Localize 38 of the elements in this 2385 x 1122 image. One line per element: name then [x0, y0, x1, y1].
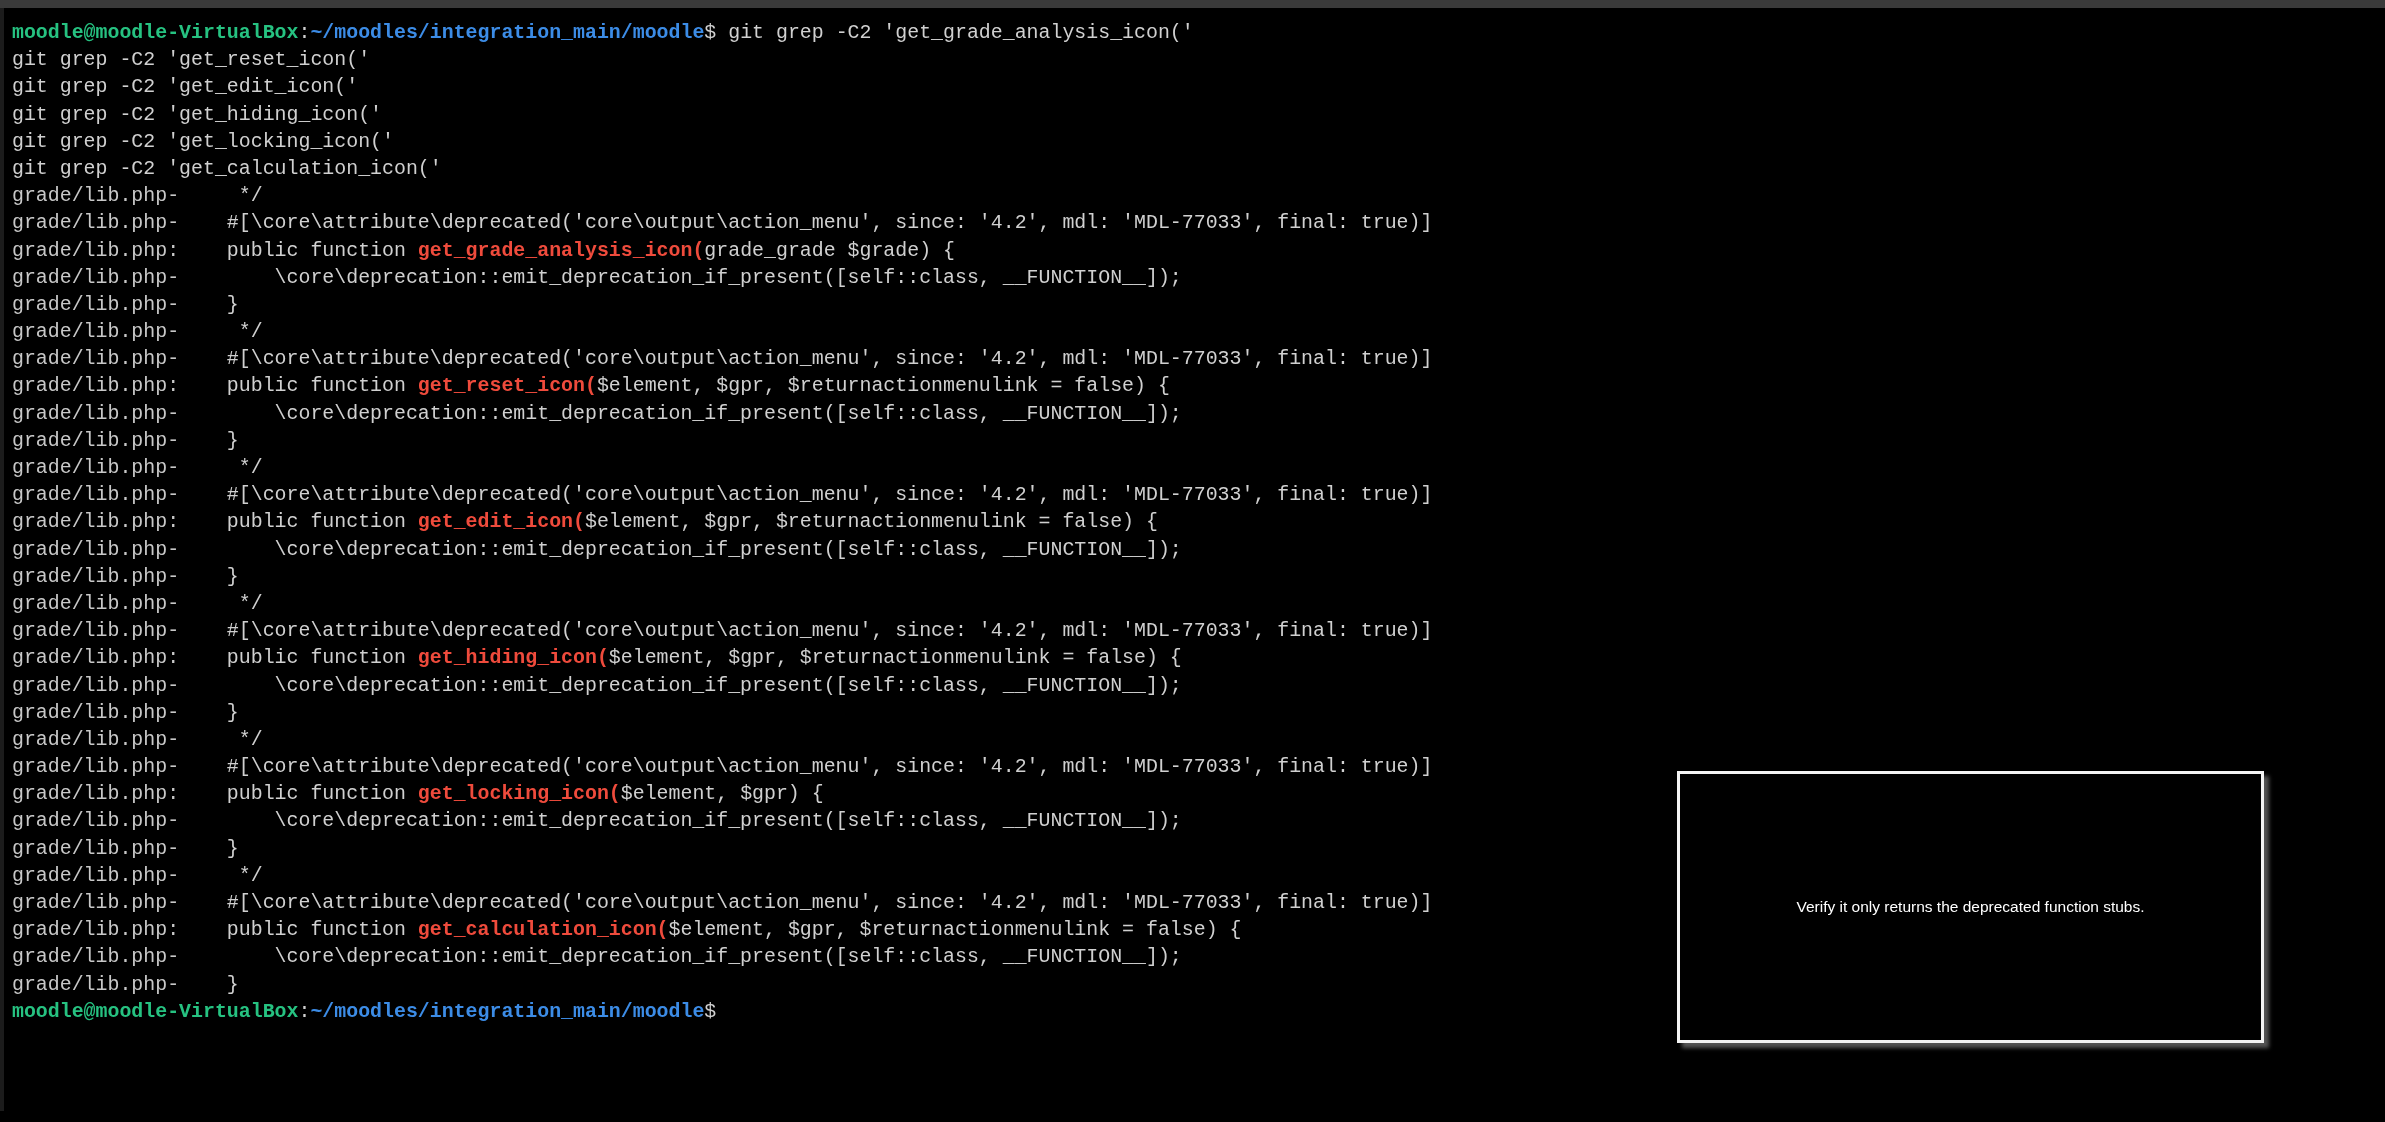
output-line: grade/lib.php- \core\deprecation::emit_deprecation_if_present([self::class, __FUNCTION__]);: [12, 672, 1182, 699]
output-line: grade/lib.php- \core\deprecation::emit_deprecation_if_present([self::class, __FUNCTION__]);: [12, 400, 1182, 427]
output-line: grade/lib.php- #[\core\attribute\deprecated('core\output\action_menu', since: '4.2', mdl: 'MDL-77033', final: true)]: [12, 210, 1433, 237]
output-line: grade/lib.php- #[\core\attribute\deprecated('core\output\action_menu', since: '4.2', mdl: 'MDL-77033', final: true)]: [12, 890, 1433, 916]
output-line: grade/lib.php- \core\deprecation::emit_deprecation_if_present([self::class, __FUNCTION__]);: [12, 264, 1182, 291]
match-line: grade/lib.php: public function get_hiding_icon($element, $gpr, $returnactionmenulink = false) {: [12, 645, 1182, 672]
output-line: grade/lib.php- \core\deprecation::emit_deprecation_if_present([self::class, __FUNCTION__]);: [12, 944, 1182, 971]
match-line: grade/lib.php: public function get_reset_icon($element, $gpr, $returnactionmenulink = false) {: [12, 373, 1170, 400]
output-line: grade/lib.php- }: [12, 835, 239, 862]
output-line: grade/lib.php- */: [12, 455, 263, 481]
command-line: git grep -C2 'get_edit_icon(': [12, 74, 359, 101]
output-line: grade/lib.php- #[\core\attribute\deprecated('core\output\action_menu', since: '4.2', mdl: 'MDL-77033', final: true)]: [12, 346, 1433, 373]
output-line: grade/lib.php- #[\core\attribute\deprecated('core\output\action_menu', since: '4.2', mdl: 'MDL-77033', final: true)]: [12, 754, 1433, 781]
command-line: git grep -C2 'get_hiding_icon(': [12, 101, 383, 128]
output-line: grade/lib.php- */: [12, 590, 263, 617]
prompt-line: moodle@moodle-VirtualBox:~/moodles/integration_main/moodle$: [12, 998, 717, 1025]
output-line: grade/lib.php- \core\deprecation::emit_deprecation_if_present([self::class, __FUNCTION__]);: [12, 808, 1182, 835]
output-line: grade/lib.php- }: [12, 699, 239, 726]
output-line: grade/lib.php- */: [12, 726, 263, 753]
output-line: grade/lib.php- }: [12, 427, 239, 454]
output-line: grade/lib.php- #[\core\attribute\deprecated('core\output\action_menu', since: '4.2', mdl: 'MDL-77033', final: true)]: [12, 482, 1433, 509]
match-line: grade/lib.php: public function get_calculation_icon($element, $gpr, $returnactionmenulink = false) {: [12, 917, 1242, 944]
output-line: grade/lib.php- }: [12, 291, 239, 318]
output-line: grade/lib.php- */: [12, 862, 263, 889]
command-line: git grep -C2 'get_reset_icon(': [12, 47, 371, 74]
prompt-line: moodle@moodle-VirtualBox:~/moodles/integration_main/moodle$ git grep -C2 'get_grade_analysis_icon(': [12, 20, 1194, 46]
output-line: grade/lib.php- */: [12, 183, 263, 210]
command-line: git grep -C2 'get_locking_icon(': [12, 128, 394, 155]
output-line: grade/lib.php- }: [12, 563, 239, 590]
output-line: grade/lib.php- \core\deprecation::emit_deprecation_if_present([self::class, __FUNCTION__]);: [12, 536, 1182, 563]
match-line: grade/lib.php: public function get_locking_icon($element, $gpr) {: [12, 781, 824, 808]
match-line: grade/lib.php: public function get_grade_analysis_icon(grade_grade $grade) {: [12, 237, 955, 264]
output-line: grade/lib.php- */: [12, 319, 263, 346]
output-line: grade/lib.php- #[\core\attribute\deprecated('core\output\action_menu', since: '4.2', mdl: 'MDL-77033', final: true)]: [12, 618, 1433, 645]
caption-text: Verify it only returns the deprecated function stubs.: [1796, 898, 2145, 916]
match-line: grade/lib.php: public function get_edit_icon($element, $gpr, $returnactionmenulink = false) {: [12, 509, 1158, 536]
command-line: git grep -C2 'get_calculation_icon(': [12, 155, 442, 182]
output-line: grade/lib.php- }: [12, 971, 239, 998]
